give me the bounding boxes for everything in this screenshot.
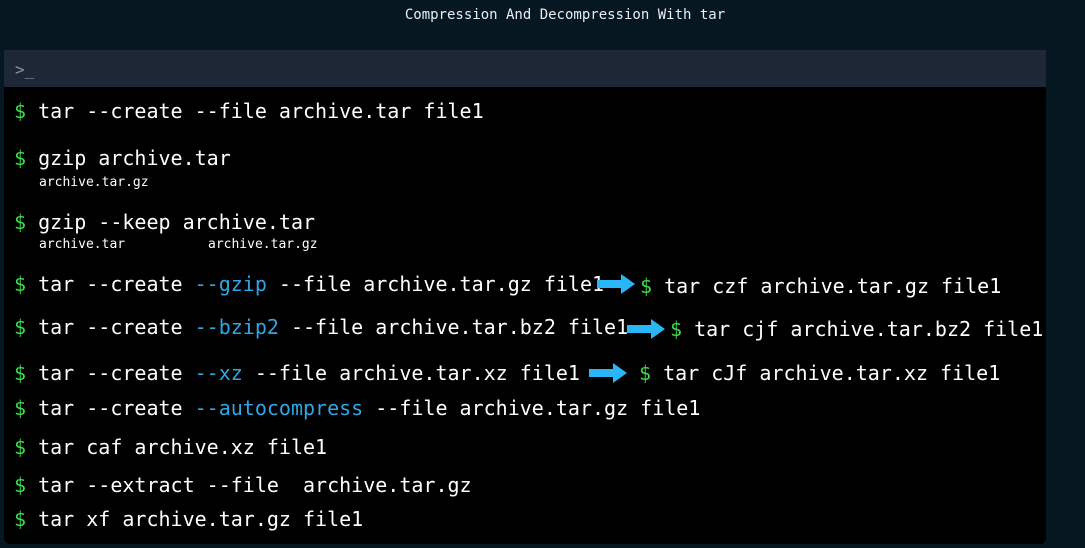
prompt-symbol: $ [14,99,27,123]
command-text: tar --create --file archive.tar file1 [38,99,484,123]
prompt-symbol: $ [14,361,27,385]
command-line: $ tar --extract --file archive.tar.gz [14,473,472,497]
prompt-symbol: $ [14,210,27,234]
command-line: $ gzip --keep archive.tar [14,210,315,234]
command-text: tar xf archive.tar.gz file1 [38,507,364,531]
prompt-symbol: $ [670,317,683,341]
right-arrow-icon [589,363,627,383]
compression-flag: --xz [194,361,243,385]
command-text: gzip archive.tar [38,146,231,170]
command-text: --file archive.tar.gz file1 [266,272,605,296]
command-text: tar --create [38,272,195,296]
prompt-symbol: $ [14,473,27,497]
command-text: tar czf archive.tar.gz file1 [664,274,1002,298]
right-arrow-icon [597,274,635,294]
command-text: --file archive.tar.gz file1 [363,396,701,420]
command-line: $ tar --create --gzip --file archive.tar… [14,272,604,296]
terminal-window[interactable]: >_ $ tar --create --file archive.tar fil… [4,50,1046,544]
command-line: $ tar xf archive.tar.gz file1 [14,507,363,531]
page-title: Compression And Decompression With tar [404,7,726,23]
compression-flag: --bzip2 [194,315,279,339]
command-text: tar --create [38,315,195,339]
command-text: tar caf archive.xz file1 [38,435,328,459]
prompt-symbol: $ [14,435,27,459]
command-text: tar --create [38,361,195,385]
command-output: archive.tar [39,237,126,252]
command-text: tar cJf archive.tar.xz file1 [663,361,1001,385]
command-output: archive.tar.gz [39,175,149,190]
prompt-symbol: $ [640,274,653,298]
prompt-symbol: $ [639,361,652,385]
command-text: --file archive.tar.bz2 file1 [278,315,629,339]
prompt-symbol: $ [14,315,27,339]
compression-flag: --autocompress [194,396,364,420]
terminal-prompt-icon: >_ [15,60,35,79]
short-form-command: $ tar cJf archive.tar.xz file1 [639,361,1000,385]
command-line: $ tar caf archive.xz file1 [14,435,327,459]
prompt-symbol: $ [14,146,27,170]
command-line: $ tar --create --xz --file archive.tar.x… [14,361,580,385]
command-line: $ tar --create --bzip2 --file archive.ta… [14,315,628,339]
terminal-titlebar: >_ [4,50,1046,87]
command-text: tar --extract --file archive.tar.gz [38,473,472,497]
right-arrow-icon [627,319,665,339]
short-form-command: $ tar cjf archive.tar.bz2 file1 [670,317,1043,341]
command-text: --file archive.tar.xz file1 [242,361,580,385]
prompt-symbol: $ [14,507,27,531]
prompt-symbol: $ [14,396,27,420]
short-form-command: $ tar czf archive.tar.gz file1 [640,274,1001,298]
prompt-symbol: $ [14,272,27,296]
command-text: tar --create [38,396,195,420]
command-output: archive.tar.gz [208,237,318,252]
command-text: tar cjf archive.tar.bz2 file1 [694,317,1044,341]
compression-flag: --gzip [194,272,267,296]
command-text: gzip --keep archive.tar [38,210,316,234]
command-line: $ tar --create --file archive.tar file1 [14,99,484,123]
command-line: $ gzip archive.tar [14,146,231,170]
command-line: $ tar --create --autocompress --file arc… [14,396,700,420]
